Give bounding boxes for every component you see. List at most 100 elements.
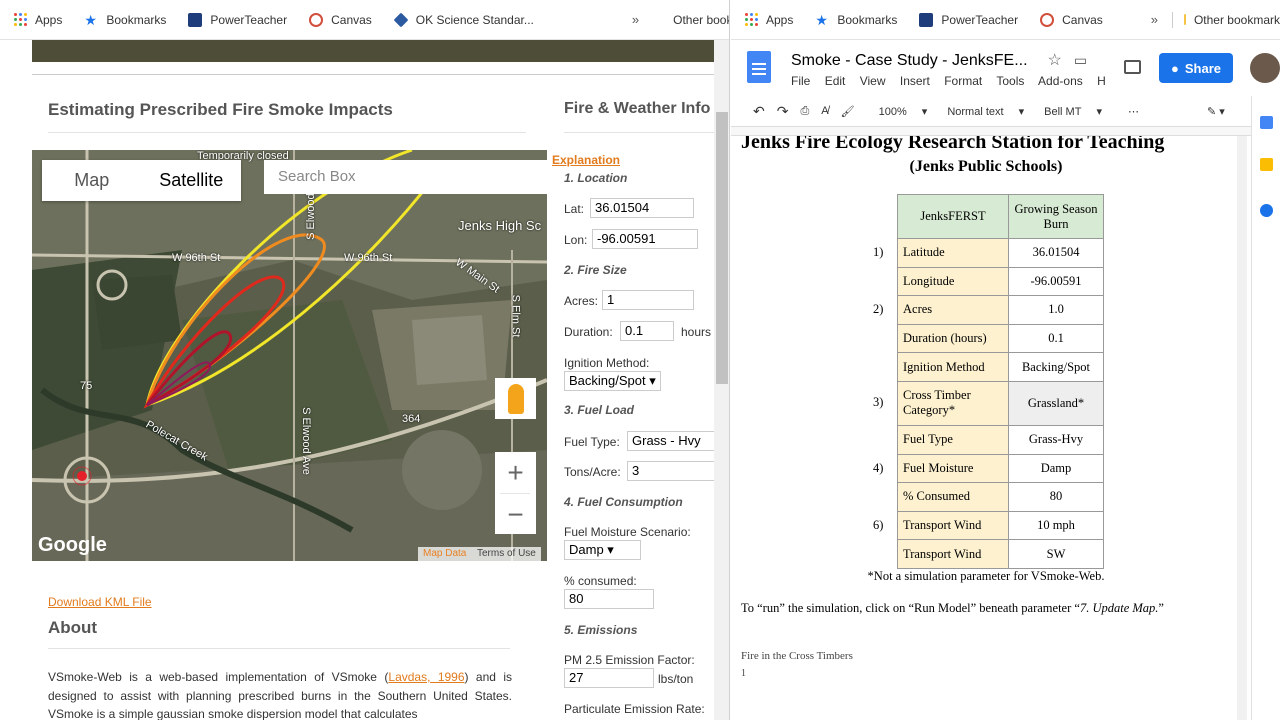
section-fuel-load: 3. Fuel Load	[564, 403, 635, 417]
table-row: Longitude -96.00591	[897, 266, 1104, 297]
table-value-cell: 80	[1008, 482, 1104, 512]
bookmark-bookmarks[interactable]: ★ Bookmarks	[84, 13, 166, 27]
star-icon: ★	[84, 11, 97, 28]
zoom-out-button[interactable]: −	[495, 494, 536, 535]
table-value-cell: -96.00591	[1008, 266, 1104, 297]
ruler[interactable]	[731, 126, 1280, 136]
row-number: 6)	[873, 517, 884, 532]
menu-help[interactable]: H	[1097, 74, 1106, 88]
paint-format-icon[interactable]: 🖌︎	[841, 105, 855, 118]
bookmark-apps[interactable]: Apps	[745, 13, 793, 27]
bookmark-powerteacher[interactable]: PowerTeacher	[188, 12, 287, 27]
menu-format[interactable]: Format	[944, 74, 982, 88]
divider	[48, 132, 526, 133]
diamond-icon	[393, 12, 409, 27]
bookmark-canvas[interactable]: Canvas	[309, 12, 372, 27]
bookmark-ok-science[interactable]: OK Science Standar...	[393, 12, 534, 27]
table-label-cell: Latitude	[897, 238, 1009, 268]
map-type-map-button[interactable]: Map	[42, 160, 142, 201]
style-select[interactable]: Normal text ▾	[947, 105, 1024, 118]
consumed-label: % consumed:	[564, 574, 637, 588]
bookmarks-overflow-chevron[interactable]: »	[1151, 12, 1158, 27]
run-instructions: To “run” the simulation, click on “Run M…	[741, 601, 1164, 616]
parameters-table: JenksFERST Growing Season Burn Latitude 3…	[897, 194, 1104, 569]
table-header-cell: Growing Season Burn	[1008, 194, 1104, 239]
section-fuel-consumption: 4. Fuel Consumption	[564, 495, 683, 509]
bookmark-apps[interactable]: Apps	[14, 13, 62, 27]
lat-input[interactable]: 36.01504	[590, 198, 694, 218]
bookmark-powerteacher[interactable]: PowerTeacher	[919, 12, 1018, 27]
map-search-input[interactable]: Search Box	[264, 160, 547, 194]
scrollbar-thumb[interactable]	[716, 112, 728, 384]
street-view-pegman[interactable]	[495, 378, 536, 419]
folder-icon	[1184, 14, 1186, 25]
docs-header: Smoke - Case Study - JenksFE... ☆ ▭ File E…	[731, 40, 1280, 96]
document-title-text: Smoke - Case Study - JenksFE...	[791, 52, 1028, 69]
run-text: To “run” the simulation, click on “Run M…	[741, 601, 1080, 615]
canvas-icon	[1040, 12, 1055, 27]
row-number: 4)	[873, 460, 884, 475]
bookmarks-overflow-chevron[interactable]: »	[632, 12, 639, 27]
tons-input[interactable]: 3	[627, 461, 717, 481]
table-value-cell: 1.0	[1008, 295, 1104, 325]
section-location: 1. Location	[564, 171, 628, 185]
table-note: *Not a simulation parameter for VSmoke-W…	[867, 569, 1105, 583]
bookmark-bookmarks[interactable]: ★ Bookmarks	[815, 13, 897, 27]
docs-scrollbar[interactable]	[1237, 136, 1247, 720]
move-folder-icon[interactable]: ▭	[1074, 52, 1087, 68]
avatar[interactable]	[1250, 53, 1280, 83]
pm-input[interactable]: 27	[564, 668, 654, 688]
comment-icon[interactable]	[1124, 60, 1141, 74]
share-button[interactable]: ● Share	[1159, 53, 1233, 83]
menu-addons[interactable]: Add-ons	[1038, 74, 1083, 88]
explanation-link[interactable]: Explanation	[552, 153, 620, 167]
pm-label: PM 2.5 Emission Factor:	[564, 653, 695, 667]
satellite-map[interactable]: Temporarily closed W 96th St W 96th St J…	[32, 150, 547, 561]
terms-of-use-link[interactable]: Terms of Use	[477, 548, 536, 559]
consumed-input[interactable]: 80	[564, 589, 654, 609]
hours-unit: hours	[681, 325, 712, 339]
map-label: 75	[80, 380, 93, 392]
menu-tools[interactable]: Tools	[996, 74, 1024, 88]
bookmark-canvas[interactable]: Canvas	[1040, 12, 1103, 27]
print-icon[interactable]: ⎙	[800, 105, 809, 118]
menu-insert[interactable]: Insert	[900, 74, 930, 88]
ignition-select[interactable]: Backing/Spot ▾	[564, 371, 661, 391]
map-type-satellite-button[interactable]: Satellite	[142, 160, 242, 201]
menu-file[interactable]: File	[791, 74, 810, 88]
keep-icon[interactable]	[1260, 158, 1273, 171]
redo-icon[interactable]: ↷	[777, 103, 789, 120]
bookmark-label: Bookmarks	[106, 12, 167, 27]
font-select[interactable]: Bell MT ▾	[1044, 105, 1102, 118]
other-bookmarks[interactable]: Other bookmark	[1194, 13, 1280, 27]
more-icon[interactable]: ⋯	[1128, 105, 1139, 118]
docs-toolbar: ↶ ↷ ⎙ A̸ 🖌︎ 100% ▾ Normal text ▾ Bell MT…	[731, 96, 1280, 126]
google-docs-icon[interactable]	[747, 51, 771, 83]
edit-mode-icon[interactable]: ✎ ▾	[1207, 105, 1225, 118]
fuel-type-select[interactable]: Grass - Hvy	[627, 431, 717, 451]
document-title[interactable]: Smoke - Case Study - JenksFE... ☆ ▭	[791, 50, 1087, 70]
table-value-cell: 0.1	[1008, 323, 1104, 354]
moisture-select[interactable]: Damp ▾	[564, 540, 641, 560]
star-icon[interactable]: ☆	[1048, 52, 1062, 69]
download-kml-link[interactable]: Download KML File	[48, 595, 152, 609]
duration-input[interactable]: 0.1	[620, 321, 674, 341]
tasks-icon[interactable]	[1260, 204, 1273, 217]
undo-icon[interactable]: ↶	[753, 103, 765, 120]
spellcheck-icon[interactable]: A̸	[821, 105, 828, 117]
other-bookmarks[interactable]: Other bookmarks	[673, 13, 729, 27]
calendar-icon[interactable]	[1260, 116, 1273, 129]
section-fire-size: 2. Fire Size	[564, 263, 627, 277]
zoom-in-button[interactable]: +	[495, 452, 536, 493]
map-imagery	[32, 150, 547, 561]
map-data-link[interactable]: Map Data	[423, 548, 466, 559]
lon-input[interactable]: -96.00591	[592, 229, 698, 249]
lavdas-link[interactable]: Lavdas, 1996	[388, 670, 464, 684]
acres-input[interactable]: 1	[602, 290, 694, 310]
menu-view[interactable]: View	[860, 74, 886, 88]
menu-edit[interactable]: Edit	[825, 74, 846, 88]
document-page[interactable]: Jenks Fire Ecology Research Station for …	[731, 136, 1241, 720]
zoom-select[interactable]: 100% ▾	[879, 105, 928, 118]
run-text: ”	[1158, 601, 1164, 615]
table-label-cell: Fuel Moisture	[897, 453, 1009, 484]
